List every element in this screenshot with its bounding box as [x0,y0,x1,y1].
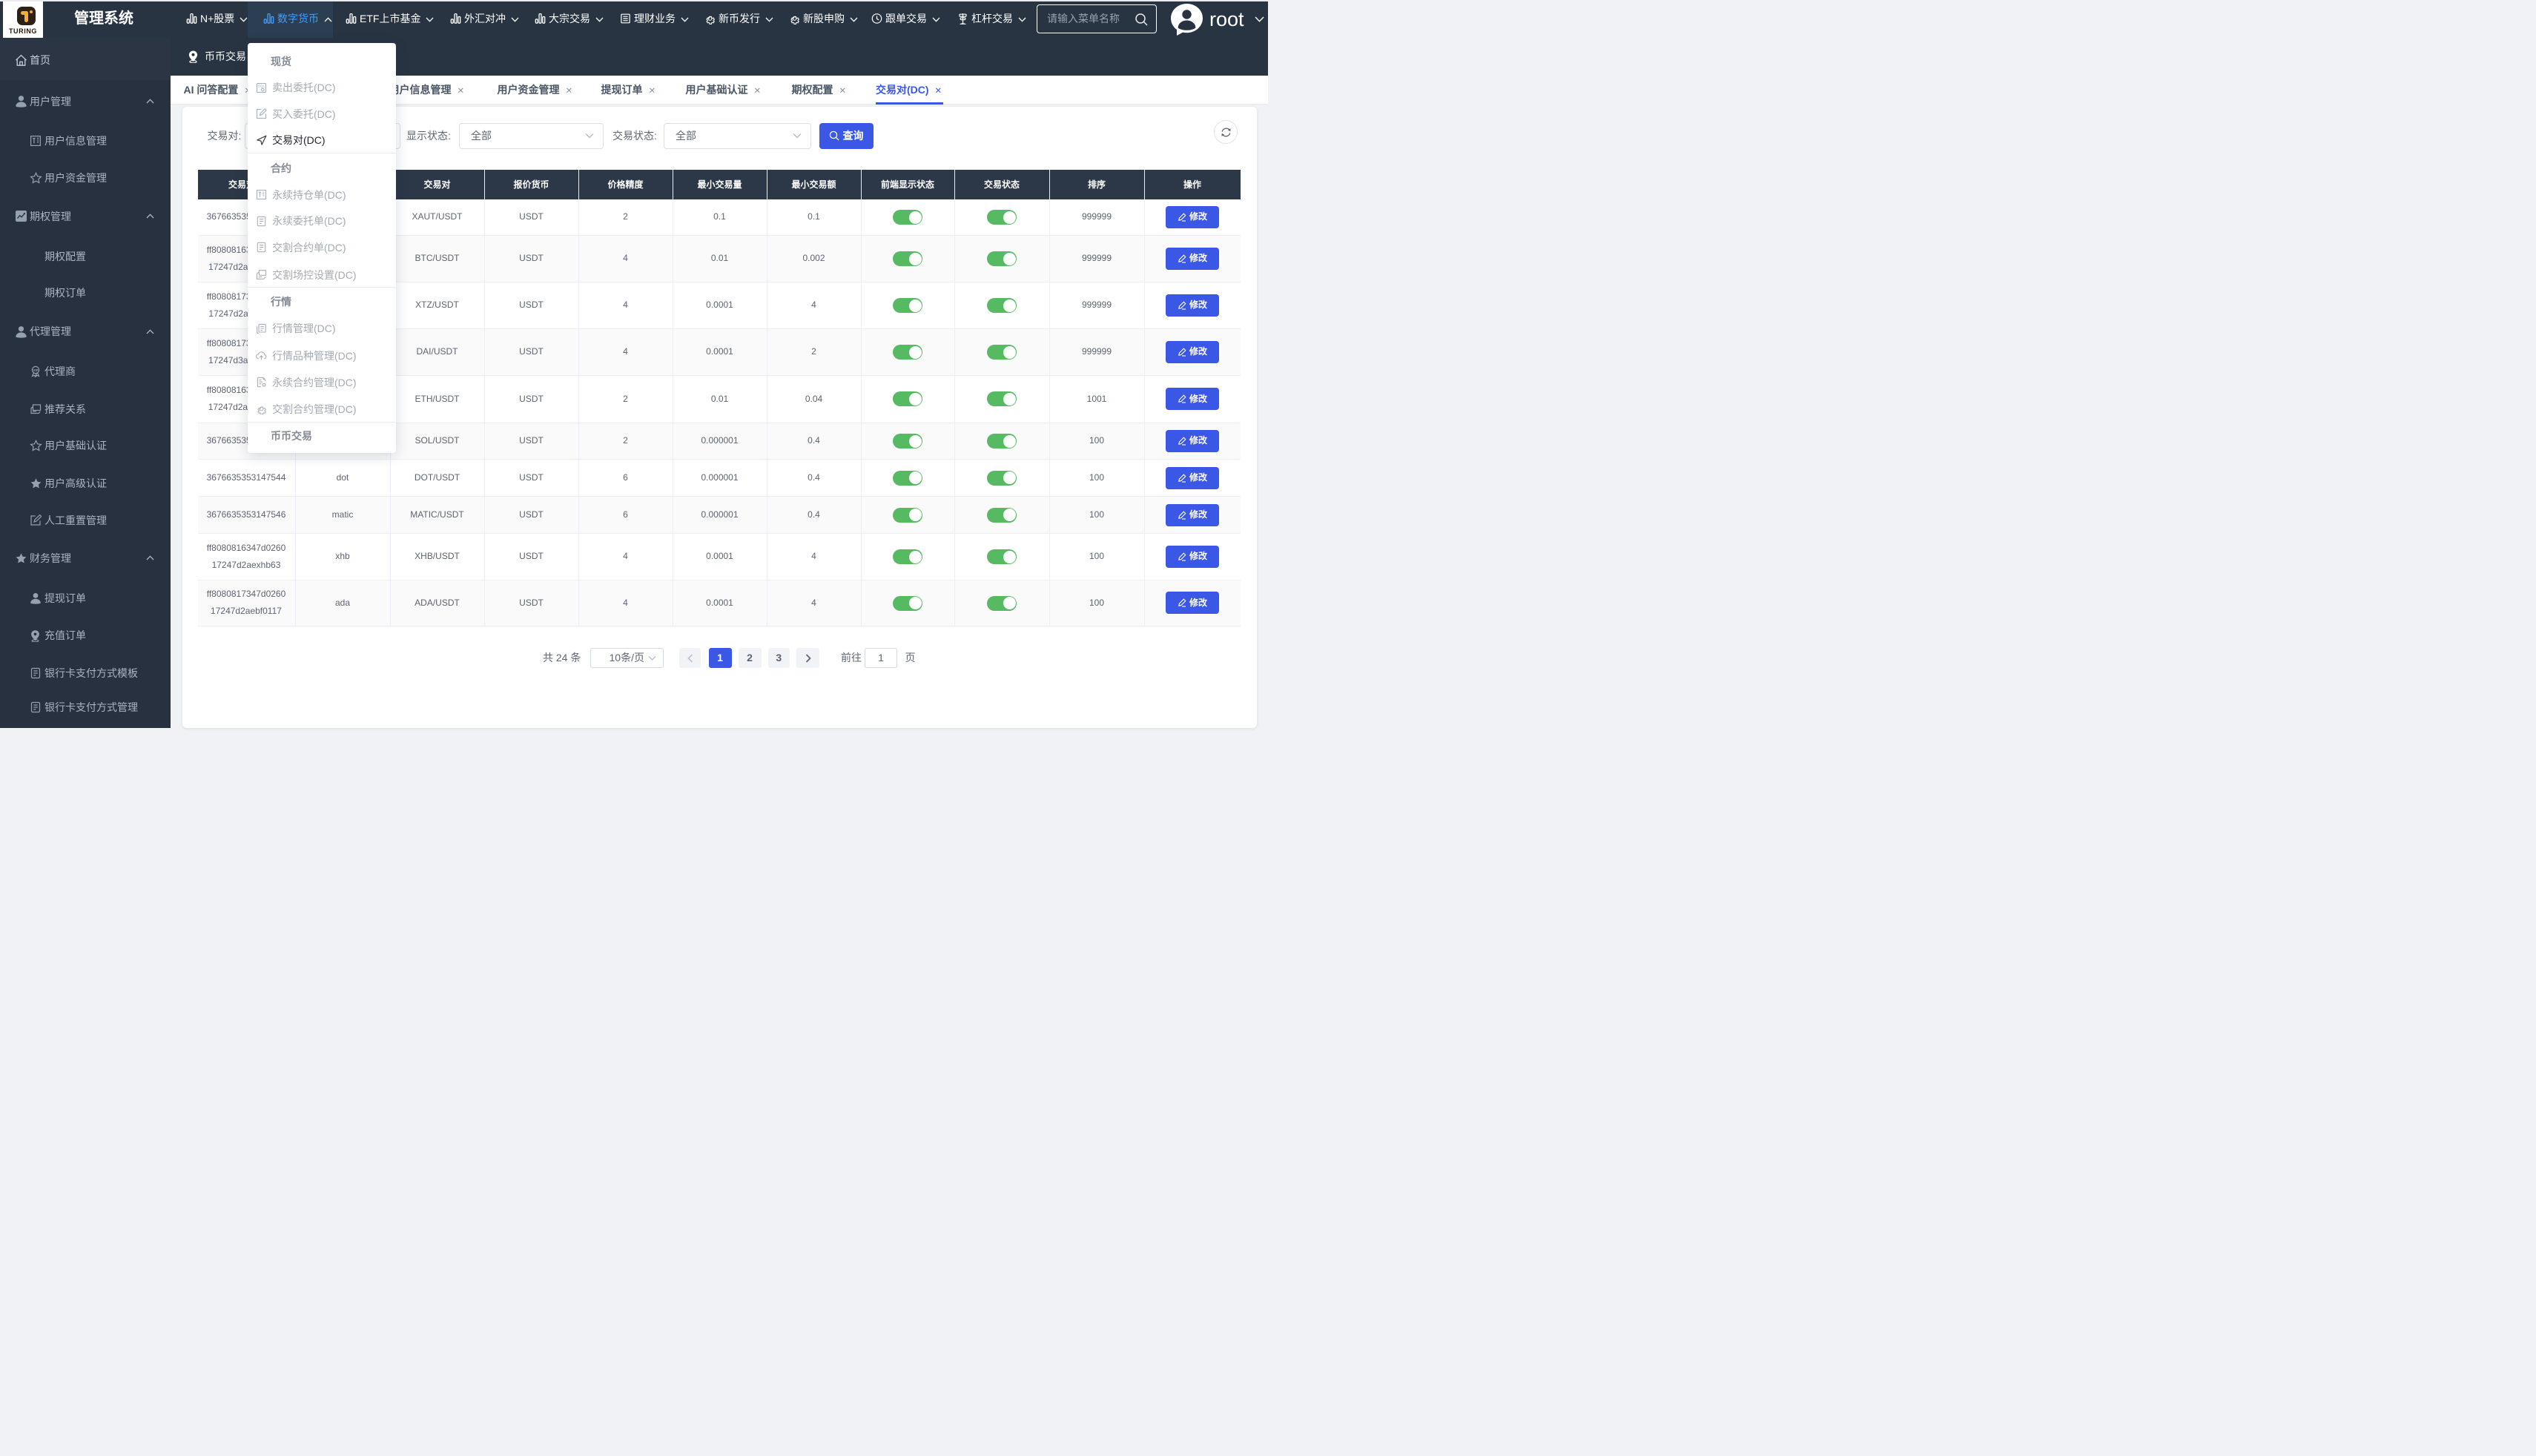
svg-text:VIP: VIP [33,368,38,372]
svg-text:SQL: SQL [258,84,265,87]
